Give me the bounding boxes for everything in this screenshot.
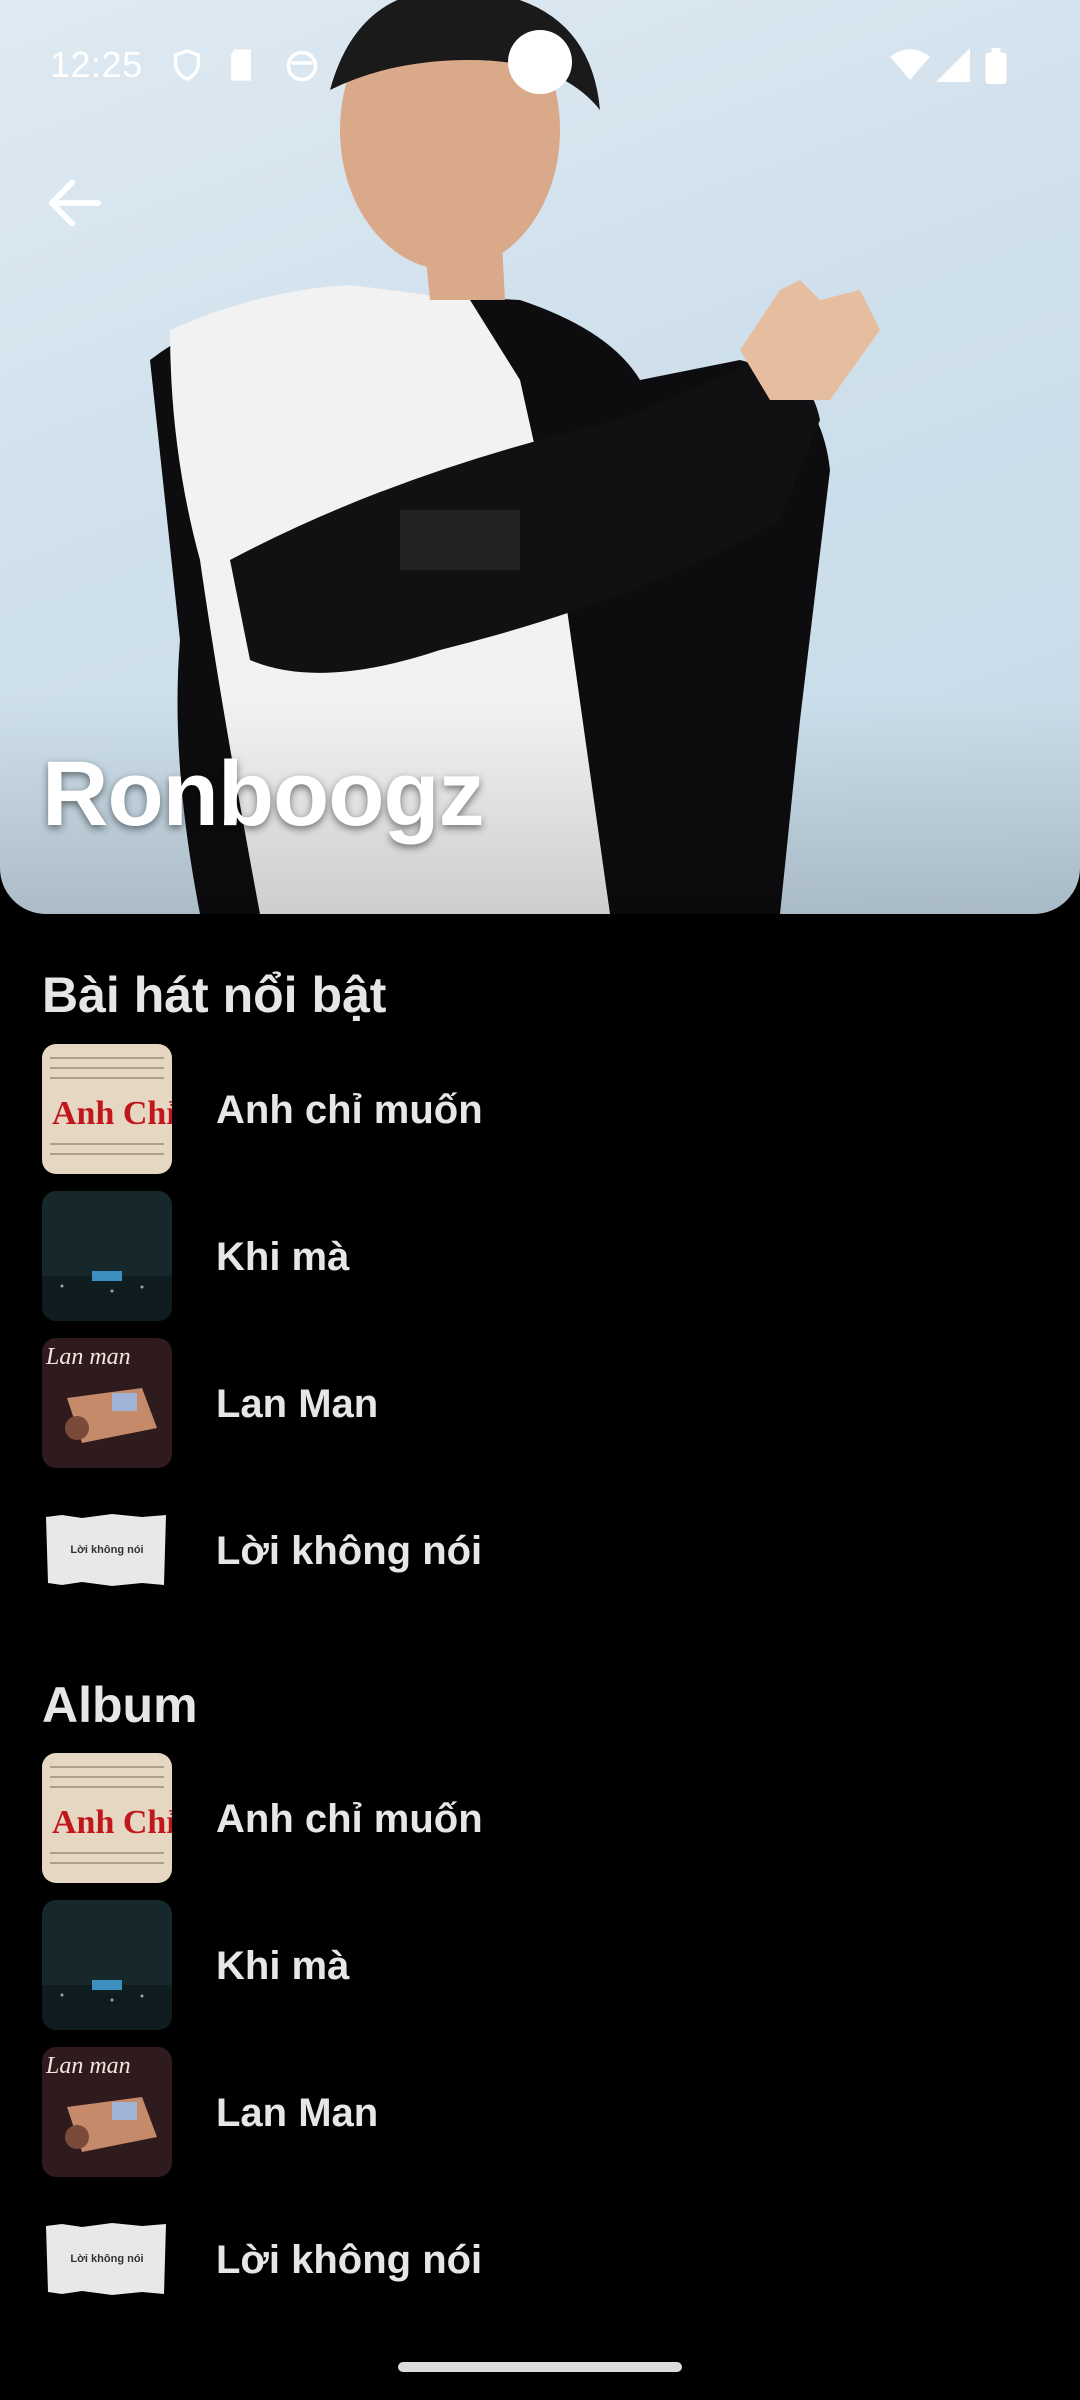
featured-song-item[interactable]: Khi mà (42, 1191, 1042, 1321)
svg-text:Anh Chỉ Muốn: Anh Chỉ Muốn (52, 1095, 172, 1132)
song-title: Khi mà (216, 1235, 350, 1279)
song-title: Anh chỉ muốn (216, 1088, 483, 1132)
featured-song-item[interactable]: Lời không nói Lời không nói (42, 1485, 1042, 1615)
back-arrow-icon[interactable] (40, 168, 110, 238)
album-item[interactable]: Lan man Lan Man (42, 2047, 1042, 2177)
song-title: Lan Man (216, 1382, 379, 1426)
battery-icon (985, 48, 1007, 84)
album-cover: Lời không nói (42, 2194, 172, 2324)
svg-text:Lời không nói: Lời không nói (70, 1544, 143, 1556)
album-item[interactable]: Lời không nói Lời không nói (42, 2194, 1042, 2324)
song-cover: Lan man (42, 1338, 172, 1468)
artist-hero: 12:25 Ronboogz (0, 0, 1080, 914)
face-icon (286, 50, 318, 82)
front-camera (508, 30, 572, 94)
song-cover: Anh Chỉ Muốn (42, 1044, 172, 1174)
album-cover (42, 1900, 172, 2030)
album-item[interactable]: Khi mà (42, 1900, 1042, 2030)
song-cover (42, 1191, 172, 1321)
song-title: Lời không nói (216, 1529, 483, 1573)
featured-song-item[interactable]: Anh Chỉ Muốn Anh chỉ muốn (42, 1044, 1042, 1174)
shield-icon (173, 49, 201, 82)
album-cover: Lan man (42, 2047, 172, 2177)
status-time: 12:25 (50, 44, 143, 85)
album-item[interactable]: Anh Chỉ Muốn Anh chỉ muốn (42, 1753, 1042, 1883)
album-title: Lan Man (216, 2091, 379, 2135)
svg-text:Lan man: Lan man (45, 2053, 131, 2079)
svg-text:Anh Chỉ Muốn: Anh Chỉ Muốn (52, 1804, 172, 1841)
album-title: Khi mà (216, 1944, 350, 1988)
sd-card-icon (231, 49, 251, 81)
song-cover: Lời không nói (42, 1485, 172, 1615)
featured-song-item[interactable]: Lan man Lan Man (42, 1338, 1042, 1468)
svg-text:Lan man: Lan man (45, 1344, 131, 1370)
home-indicator[interactable] (398, 2362, 682, 2372)
signal-icon (936, 48, 970, 82)
featured-section-title: Bài hát nổi bật (42, 967, 387, 1023)
album-title: Lời không nói (216, 2238, 483, 2282)
svg-text:Lời không nói: Lời không nói (70, 2253, 143, 2265)
wifi-icon (890, 49, 930, 80)
artist-name: Ronboogz (42, 743, 485, 845)
album-title: Anh chỉ muốn (216, 1797, 483, 1841)
album-cover: Anh Chỉ Muốn (42, 1753, 172, 1883)
album-section-title: Album (42, 1677, 198, 1733)
